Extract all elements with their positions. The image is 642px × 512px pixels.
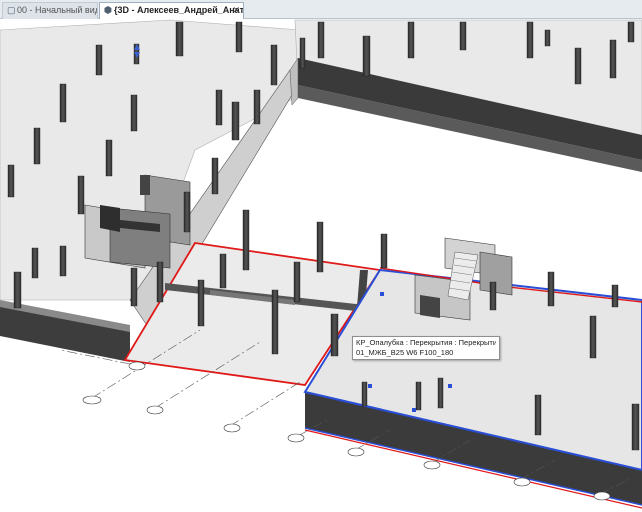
tab-label: {3D - Алексеев_Андрей_Анатол...	[114, 5, 244, 15]
tooltip-line-2: 01_МЖБ_B25 W6 F100_180	[356, 348, 454, 357]
element-tooltip: КР_Опалубка : Перекрытия : Перекрытие : …	[352, 336, 500, 360]
tooltip-line-1: КР_Опалубка : Перекрытия : Перекрытие :	[356, 338, 496, 347]
tab-label: 00 - Начальный вид	[17, 5, 98, 15]
tab-start-view[interactable]: ▢00 - Начальный вид	[2, 2, 98, 19]
view-icon: ▢	[7, 5, 16, 15]
3d-model-canvas	[0, 19, 642, 512]
close-icon[interactable]: ✕	[232, 3, 240, 18]
tab-3d-view[interactable]: ⬢{3D - Алексеев_Андрей_Анатол... ✕	[99, 2, 244, 19]
view-tab-bar: ▢00 - Начальный вид ⬢ {3D - Алексеев_Андр…	[0, 0, 642, 19]
3d-model-viewport[interactable]: КР_Опалубка : Перекрытия : Перекрытие : …	[0, 19, 642, 512]
3d-view-icon: ⬢	[104, 5, 112, 15]
